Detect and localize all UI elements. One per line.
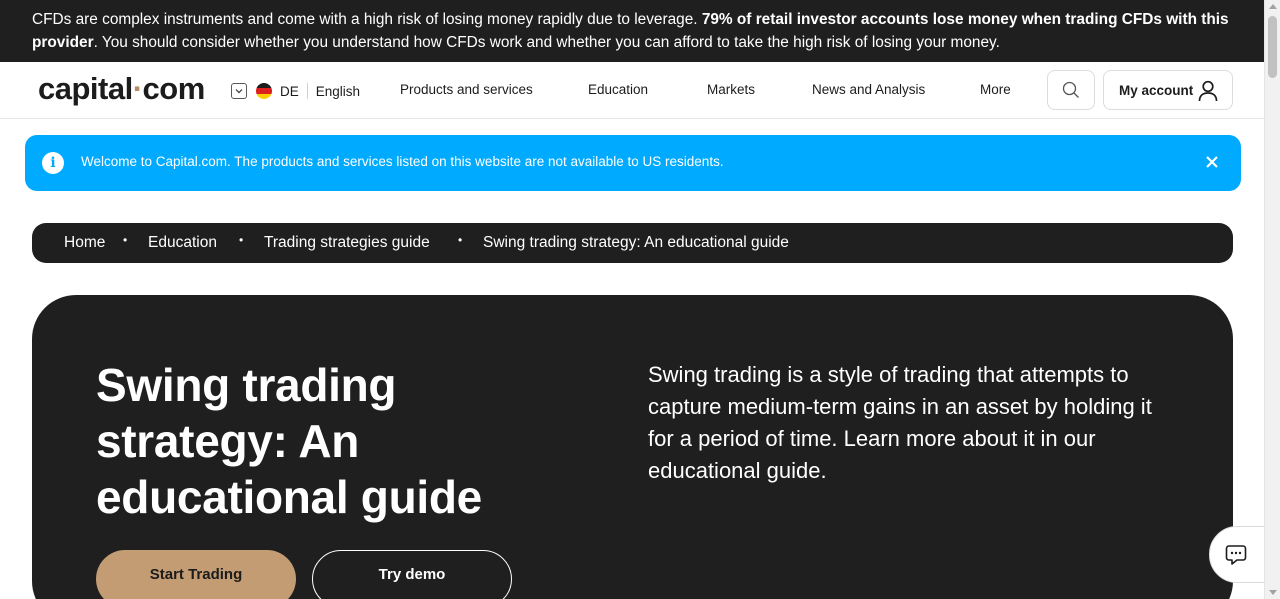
breadcrumb-trading-strategies-guide[interactable]: Trading strategies guide	[264, 234, 430, 252]
nav-products-and-services[interactable]: Products and services	[400, 82, 533, 97]
chat-button[interactable]	[1209, 526, 1267, 583]
breadcrumb-separator: •	[239, 233, 244, 247]
notice-text: Welcome to Capital.com. The products and…	[81, 154, 724, 169]
try-demo-button[interactable]: Try demo	[312, 550, 512, 599]
close-icon[interactable]	[1205, 155, 1219, 169]
breadcrumb-separator: •	[458, 233, 463, 247]
start-trading-button[interactable]: Start Trading	[96, 550, 296, 599]
language-divider	[306, 83, 308, 99]
scroll-down-arrow-icon[interactable]	[1269, 590, 1277, 595]
info-icon: i	[42, 152, 64, 174]
breadcrumb-separator: •	[123, 233, 128, 247]
hero-description: Swing trading is a style of trading that…	[648, 362, 1152, 483]
logo-text-left: capital	[38, 71, 133, 106]
search-button[interactable]	[1047, 70, 1095, 110]
chat-bubble-icon	[1225, 544, 1247, 565]
nav-news-and-analysis[interactable]: News and Analysis	[812, 82, 925, 97]
breadcrumb-education[interactable]: Education	[148, 234, 217, 252]
my-account-label: My account	[1119, 82, 1194, 98]
capital-logo[interactable]: capital·com	[38, 71, 205, 107]
hero-section: Swing trading strategy: An educational g…	[32, 295, 1233, 599]
nav-education[interactable]: Education	[588, 82, 648, 97]
logo-dot: ·	[132, 71, 143, 106]
nav-more[interactable]: More	[980, 82, 1011, 97]
chevron-down-icon	[231, 83, 247, 99]
language-selector[interactable]: DE English	[231, 81, 360, 101]
us-residents-notice: i Welcome to Capital.com. The products a…	[25, 135, 1241, 191]
site-header: capital·com DE English Products and serv…	[0, 62, 1264, 119]
my-account-button[interactable]: My account	[1103, 70, 1233, 110]
country-code: DE	[280, 83, 299, 99]
breadcrumb: Home • Education • Trading strategies gu…	[32, 223, 1233, 263]
germany-flag-icon	[256, 83, 272, 99]
scroll-up-arrow-icon[interactable]	[1269, 4, 1277, 9]
breadcrumb-current-page: Swing trading strategy: An educational g…	[483, 234, 789, 251]
search-icon	[1062, 81, 1079, 98]
breadcrumb-home[interactable]: Home	[64, 234, 105, 252]
page: CFDs are complex instruments and come wi…	[0, 0, 1280, 599]
scrollbar-thumb[interactable]	[1268, 16, 1277, 78]
user-icon	[1198, 80, 1218, 102]
page-title: Swing trading strategy: An educational g…	[96, 359, 482, 523]
risk-warning-banner: CFDs are complex instruments and come wi…	[0, 0, 1264, 62]
page-scrollbar[interactable]	[1264, 0, 1280, 599]
risk-warning-text-end: . You should consider whether you unders…	[93, 34, 1000, 51]
logo-text-right: com	[142, 71, 206, 106]
risk-warning-text: CFDs are complex instruments and come wi…	[32, 11, 702, 28]
language-label: English	[315, 83, 361, 99]
nav-markets[interactable]: Markets	[707, 82, 755, 97]
